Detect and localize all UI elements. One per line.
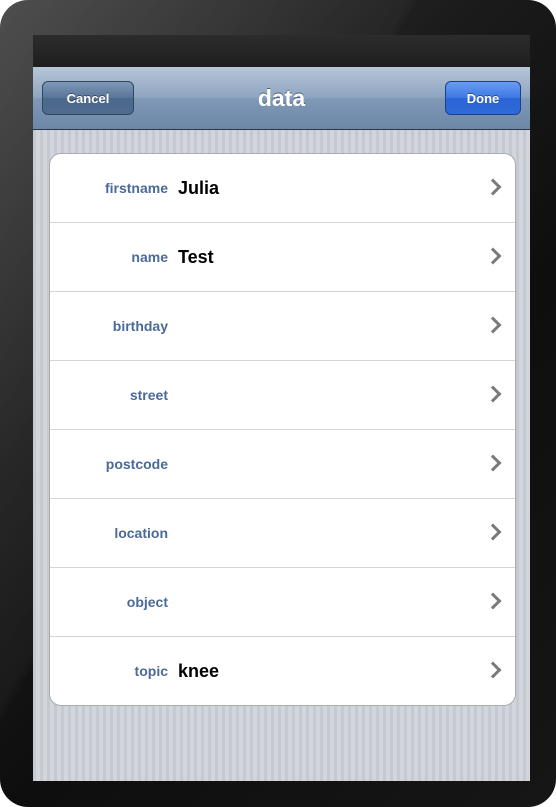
- row-label: object: [126, 594, 168, 610]
- device-frame: Cancel data Done firstname Julia name Te…: [0, 0, 556, 807]
- chevron-right-icon: [484, 178, 502, 196]
- row-object[interactable]: object: [50, 568, 515, 637]
- chevron-right-icon: [484, 523, 502, 541]
- row-value: Test: [178, 247, 214, 267]
- chevron-right-icon: [484, 592, 502, 610]
- row-location[interactable]: location: [50, 499, 515, 568]
- row-label: birthday: [112, 318, 168, 334]
- chevron-right-icon: [484, 316, 502, 334]
- row-value: knee: [178, 661, 220, 681]
- content-area: firstname Julia name Test birthday stree…: [33, 130, 530, 781]
- chevron-right-icon: [484, 661, 502, 679]
- navigation-bar: Cancel data Done: [33, 67, 530, 130]
- chevron-right-icon: [484, 247, 502, 265]
- row-label: postcode: [105, 456, 168, 472]
- done-button[interactable]: Done: [445, 81, 521, 115]
- row-firstname[interactable]: firstname Julia: [50, 154, 515, 223]
- row-value: Julia: [178, 178, 220, 198]
- row-label: firstname: [104, 180, 168, 196]
- row-label: name: [131, 249, 168, 265]
- row-street[interactable]: street: [50, 361, 515, 430]
- screen: Cancel data Done firstname Julia name Te…: [33, 35, 530, 781]
- row-topic[interactable]: topic knee: [50, 637, 515, 705]
- chevron-right-icon: [484, 454, 502, 472]
- row-birthday[interactable]: birthday: [50, 292, 515, 361]
- row-postcode[interactable]: postcode: [50, 430, 515, 499]
- form-table: firstname Julia name Test birthday stree…: [49, 153, 516, 706]
- row-label: location: [114, 525, 168, 541]
- row-label: street: [129, 387, 168, 403]
- status-bar: [33, 35, 530, 67]
- row-label: topic: [134, 663, 168, 679]
- row-name[interactable]: name Test: [50, 223, 515, 292]
- chevron-right-icon: [484, 385, 502, 403]
